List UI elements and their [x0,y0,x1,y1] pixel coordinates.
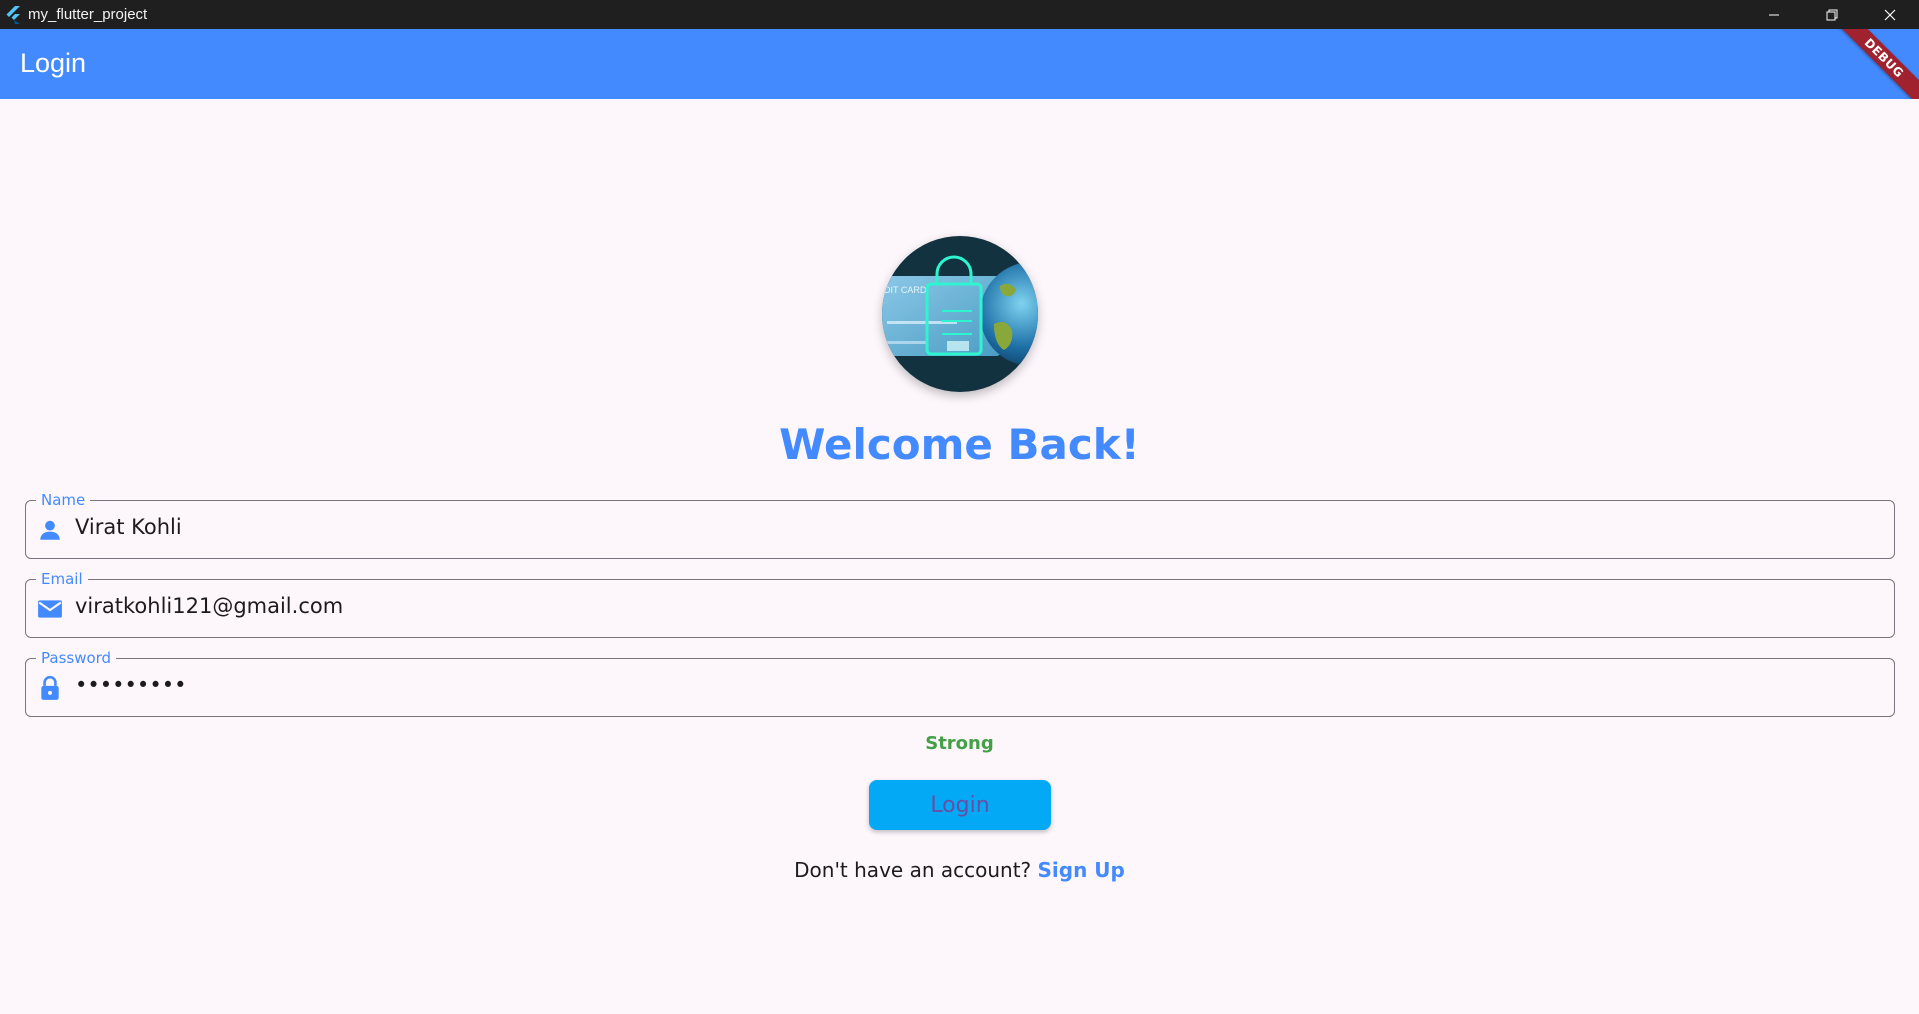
name-field[interactable]: Name [25,491,1895,559]
credit-card-lock-globe-icon: DIT CARD [882,236,1038,392]
minimize-icon [1769,14,1779,15]
signup-link[interactable]: Sign Up [1038,858,1125,882]
mail-icon [38,600,62,618]
window-title: my_flutter_project [28,6,148,23]
email-input[interactable] [75,594,1775,618]
password-strength-label: Strong [925,733,994,754]
page-title: Login [20,48,87,78]
flutter-logo-icon [6,5,20,24]
window-titlebar: my_flutter_project [0,0,1919,29]
svg-text:DIT CARD: DIT CARD [884,285,927,295]
name-field-label: Name [36,491,91,509]
security-logo-image: DIT CARD [882,236,1038,392]
person-icon [40,520,60,540]
login-button[interactable]: Login [869,780,1051,830]
email-field-label: Email [36,570,88,588]
signup-row: Don't have an account? Sign Up [0,858,1919,882]
password-field-label: Password [36,649,117,667]
welcome-heading: Welcome Back! [779,420,1140,469]
app-bar: Login DEBUG [0,29,1919,99]
restore-icon [1826,9,1838,20]
debug-banner: DEBUG [1824,29,1919,99]
email-field[interactable]: Email [25,570,1895,638]
password-input[interactable]: ••••••••• [75,673,1775,697]
close-icon [1884,9,1896,20]
signup-prompt: Don't have an account? [794,858,1032,882]
name-input[interactable] [75,515,1775,539]
restore-button[interactable] [1803,0,1861,29]
lock-icon [41,675,59,700]
password-field[interactable]: Password ••••••••• [25,649,1895,717]
minimize-button[interactable] [1745,0,1803,29]
close-button[interactable] [1861,0,1919,29]
window-controls [1745,0,1919,29]
